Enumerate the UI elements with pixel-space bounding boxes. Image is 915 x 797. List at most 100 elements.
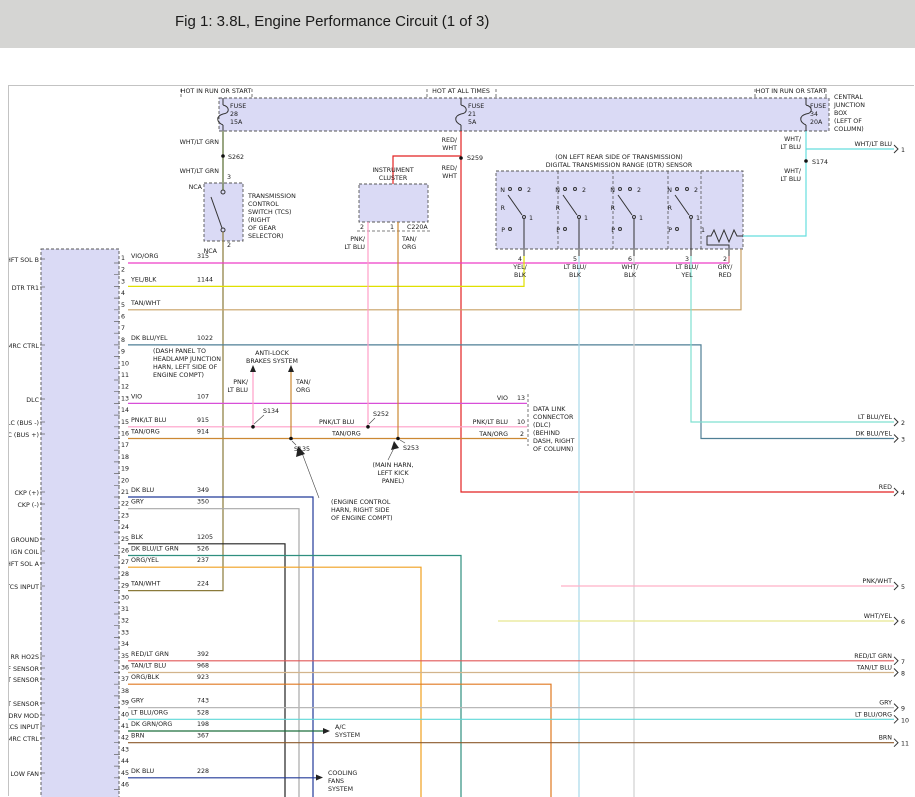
pin-number: 6 [901, 619, 905, 626]
wire-label: WHT [442, 173, 457, 180]
tcs-name: OF GEAR [248, 225, 277, 232]
pin-number: 1 [901, 147, 905, 154]
pin-number: 3 [227, 174, 231, 181]
pcm-label: GROUND [11, 537, 40, 544]
pin-number: 12 [121, 384, 129, 391]
pin-number: 11 [901, 741, 909, 748]
pin-number: 42 [121, 735, 129, 742]
wire-label: PNK/ [350, 236, 366, 243]
wire-row-labels: VIO/ORG315 YEL/BLK1144 TAN/WHT DK BLU/YE… [130, 253, 213, 775]
wire-label: PNK/ [233, 379, 249, 386]
wire-label: TAN/LT BLU [856, 665, 892, 672]
wire-label: GRY [879, 700, 892, 707]
wire-label: RED/ [442, 137, 458, 144]
pin-number: 3 [121, 278, 125, 285]
wire-label: LT BLU/ORG [131, 709, 168, 716]
harness-note: ENGINE COMPT) [153, 372, 204, 379]
wire-label: YEL/BLK [130, 276, 157, 283]
circuit-number: 107 [197, 393, 209, 400]
pin-number: 27 [121, 559, 129, 566]
pcm-label: TFT SENSOR [9, 677, 40, 684]
pcm-label: DLC [26, 397, 39, 404]
splice-label: S262 [228, 154, 244, 161]
dtr-pin-ticks [524, 249, 729, 256]
wire-yel-blk [128, 256, 524, 286]
splice-label: S259 [467, 155, 483, 162]
wire-label: BRN [131, 733, 145, 740]
title-bar: Fig 1: 3.8L, Engine Performance Circuit … [0, 0, 915, 48]
circuit-number: 915 [197, 417, 209, 424]
wire-label: BLK [624, 272, 637, 279]
pin-number: 5 [121, 302, 125, 309]
pin-number: 34 [121, 641, 129, 648]
pin-number: 10 [121, 360, 129, 367]
wire-label: PNK/LT BLU [131, 417, 167, 424]
pin-number: 5 [901, 584, 905, 591]
splice-label: S134 [263, 408, 279, 415]
fuse-28: FUSE [230, 103, 246, 110]
wire-label: LT BLU [344, 244, 365, 251]
fuse-34: FUSE [810, 103, 826, 110]
wire-label: LT BLU/ORG [855, 711, 892, 718]
pcm-label: TCS INPUT [9, 584, 39, 591]
pcm-label: DLC (BUS -) [9, 420, 39, 427]
pcm-label: DTR TR1 [12, 285, 39, 292]
cjb-line: (LEFT OF [834, 118, 862, 125]
pcm-pin-numbers: 1 2 3 4 5 6 7 8 9 10 11 12 13 14 15 16 1… [121, 255, 129, 789]
wire-label: TAN/LT BLU [130, 663, 166, 670]
wire-label: WHT/LT GRN [180, 139, 220, 146]
wire-dk-blu-lt-grn [128, 556, 461, 797]
circuit-number: 1144 [197, 276, 213, 283]
abs-arrow-up-icon [250, 365, 256, 372]
s253-leader [400, 440, 405, 443]
pin-number: 1 [390, 224, 394, 231]
pcm-label: IMRC CTRL [9, 343, 39, 350]
splice-s253 [396, 437, 400, 441]
wire-label: TAN/WHT [130, 581, 160, 588]
fan-arrow-icon [316, 775, 323, 781]
wire-label: LT BLU [780, 144, 801, 151]
dlc-label: CONNECTOR [533, 414, 574, 421]
pcm-label: CKP (+) [14, 490, 39, 497]
circuit-number: 968 [197, 663, 209, 670]
pcm-label: DLC (BUS +) [9, 432, 39, 439]
wire-label: PNK/LT BLU [319, 419, 355, 426]
harness-note: (DASH PANEL TO [153, 348, 206, 355]
wire-label: WHT/ [622, 264, 640, 271]
dlc-label: OF COLUMN) [533, 446, 573, 453]
harness-note: (MAIN HARN, [373, 462, 414, 469]
wire-label: GRY/ [718, 264, 734, 271]
wire-label: RED/LT GRN [854, 653, 892, 660]
wire-label: RED [879, 484, 892, 491]
pin-number: 7 [121, 325, 125, 332]
pin-number: 18 [121, 454, 129, 461]
pin-number: 24 [121, 524, 129, 531]
pin-number: 1 [121, 255, 125, 262]
pin-number: 30 [121, 594, 129, 601]
pin-number: 2 [121, 267, 125, 274]
harness-note: HARN, LEFT SIDE OF [153, 364, 218, 371]
power-label: HOT IN RUN OR START [756, 88, 827, 95]
pin-number: 7 [901, 659, 905, 666]
wire-label: BLK [514, 272, 527, 279]
harness-note: HARN, RIGHT SIDE [331, 507, 390, 514]
cooling-fans-label: FANS [328, 778, 344, 785]
wire-label: VIO [131, 393, 142, 400]
pcm-label: SHFT SOL A [9, 561, 40, 568]
circuit-number: 237 [197, 557, 209, 564]
harness-note: LEFT KICK [377, 470, 409, 477]
pin-number: 6 [121, 314, 125, 321]
wire-label: LT BLU [780, 176, 801, 183]
power-label: HOT AT ALL TIMES [432, 88, 490, 95]
splice-s259 [459, 156, 463, 160]
pin-number: 3 [901, 437, 905, 444]
pin-number: 16 [121, 431, 129, 438]
pin-number: 4 [901, 490, 905, 497]
pcm-label: ACCS INPUT [9, 724, 39, 731]
pin-number: 2 [520, 431, 524, 438]
pcm-label: SHFT SOL B [9, 257, 39, 264]
pin-number: 36 [121, 665, 129, 672]
fuse-34: 20A [810, 119, 823, 126]
nca-label: NCA [189, 184, 203, 191]
pin-number: 44 [121, 758, 129, 765]
